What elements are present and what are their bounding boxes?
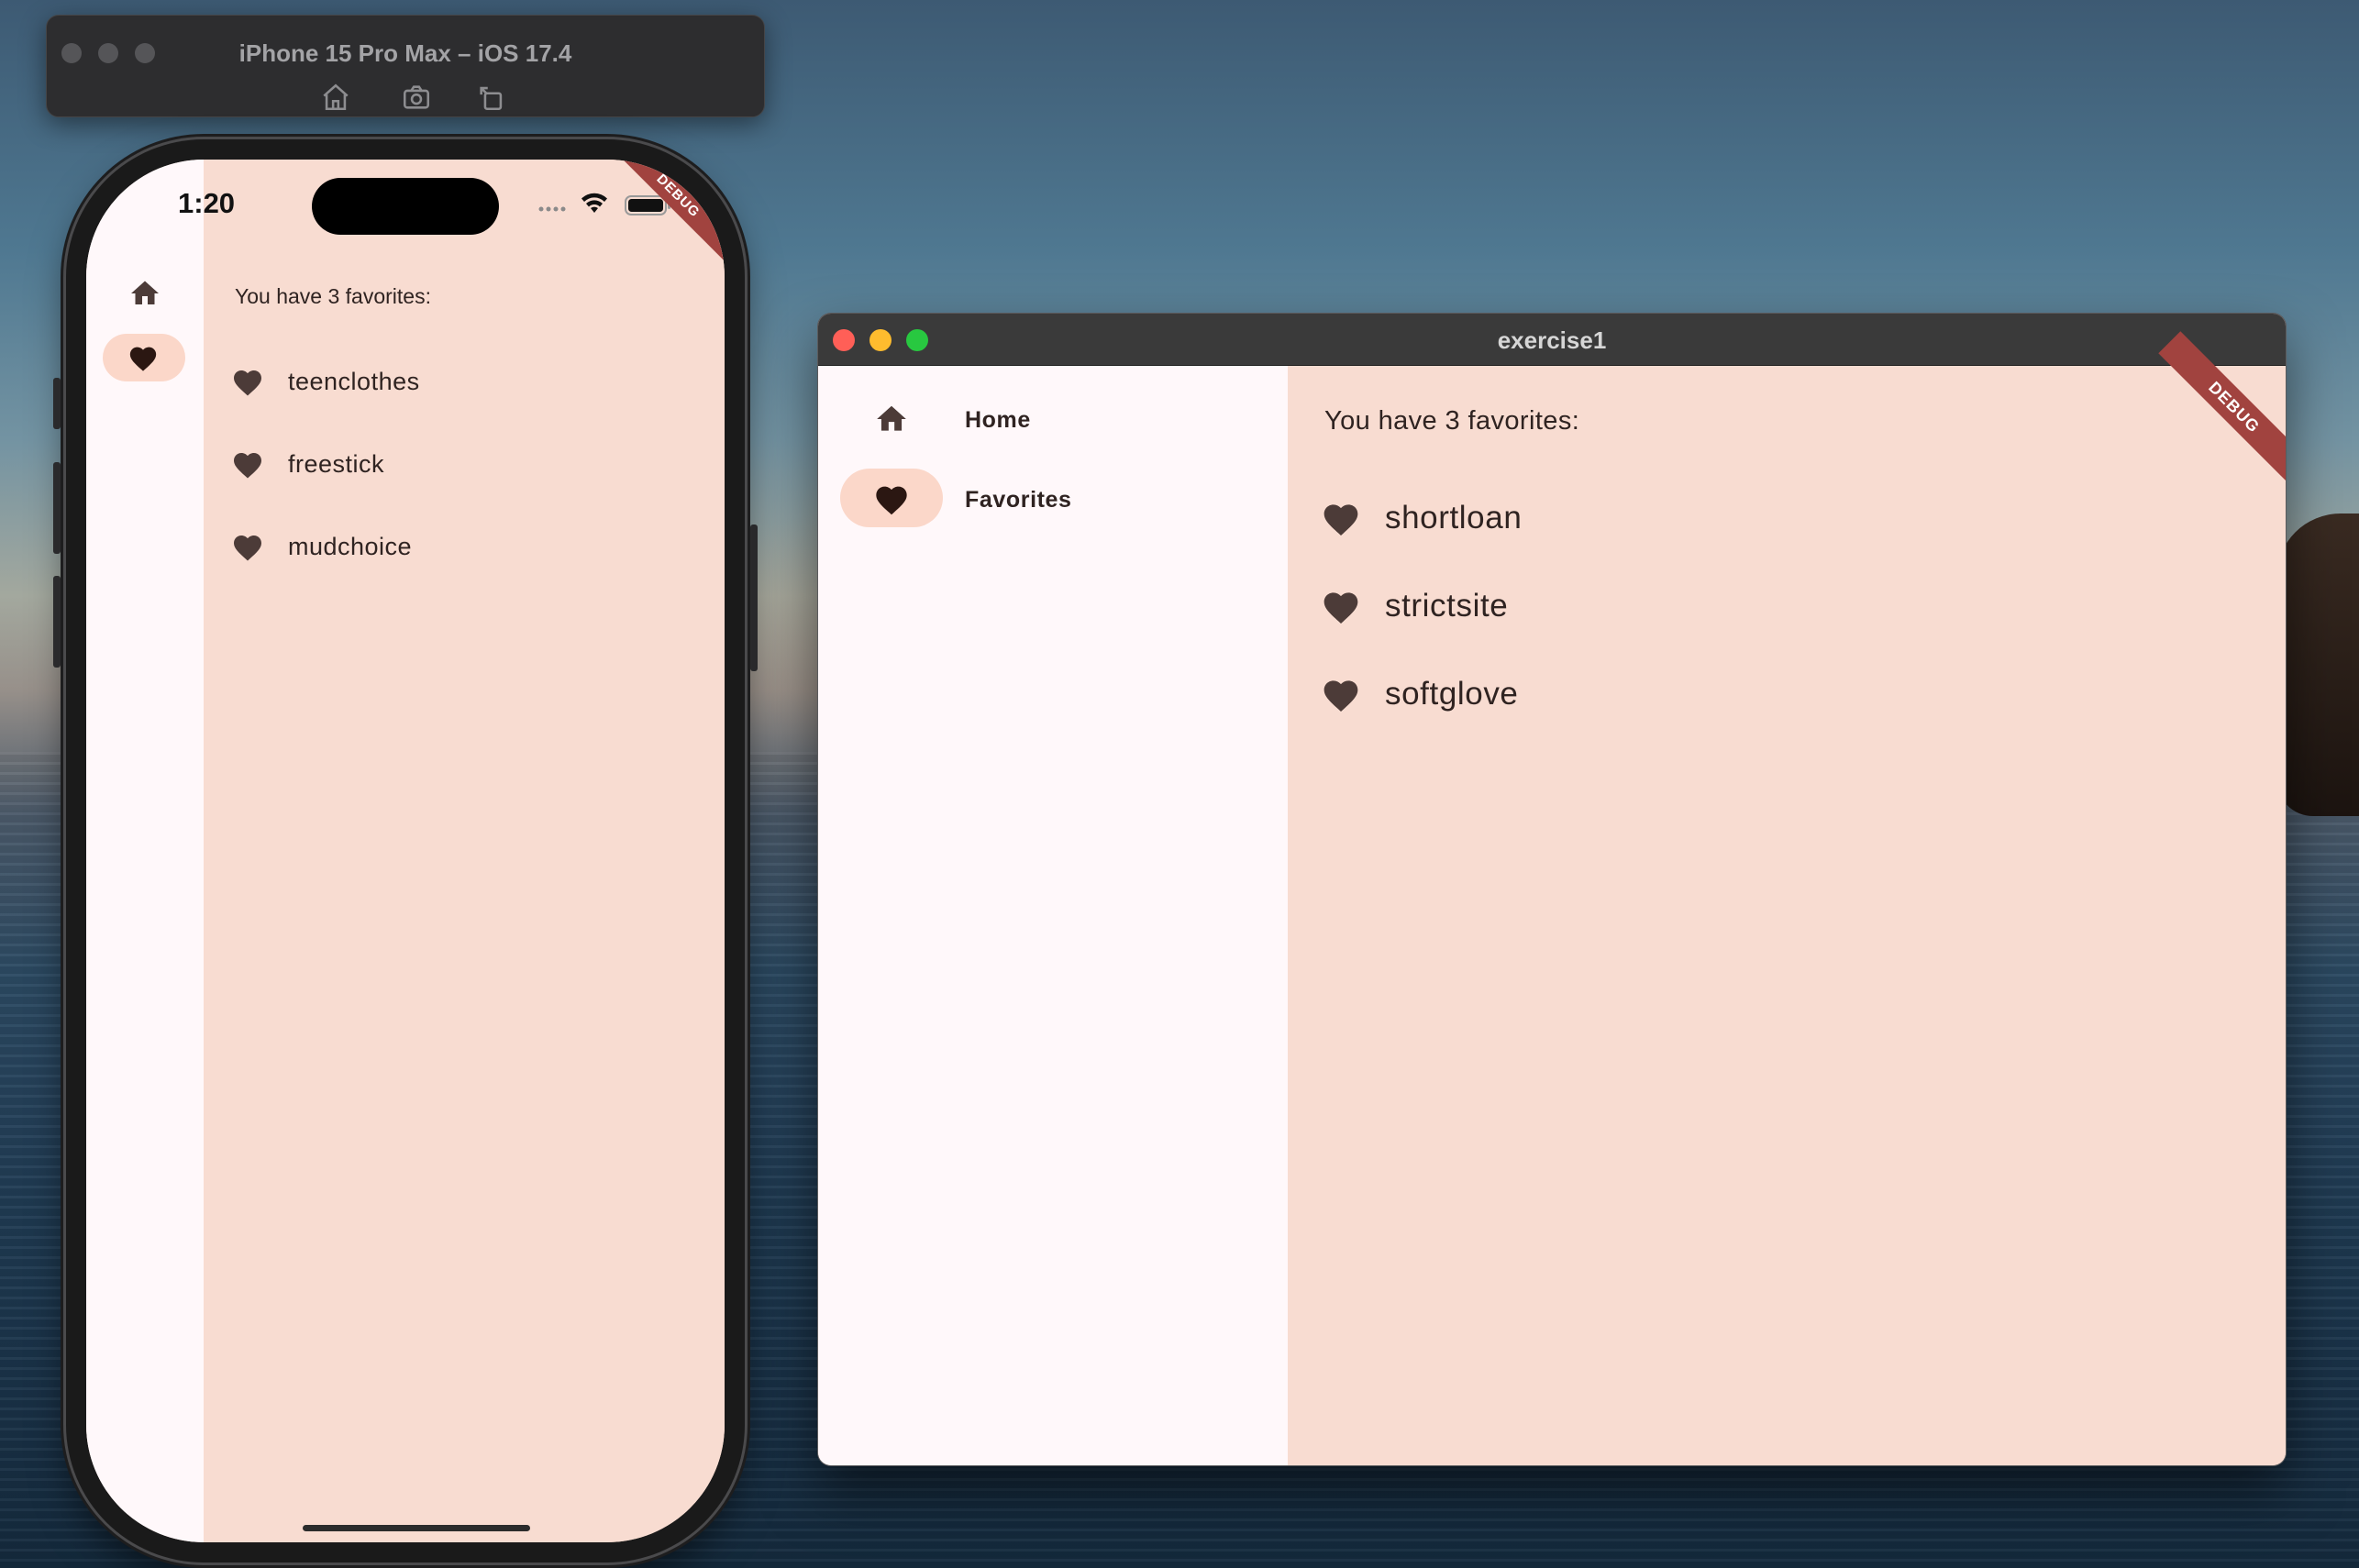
home-indicator[interactable] bbox=[303, 1525, 530, 1531]
action-button bbox=[53, 378, 61, 429]
favorite-name: shortloan bbox=[1385, 500, 1523, 536]
home-icon bbox=[877, 405, 906, 431]
favorite-name: softglove bbox=[1385, 676, 1519, 712]
heart-icon bbox=[1323, 592, 1358, 624]
heart-icon bbox=[234, 370, 261, 396]
favorite-item: mudchoice bbox=[231, 528, 412, 565]
rotate-icon[interactable] bbox=[476, 82, 507, 113]
favorite-name: freestick bbox=[288, 449, 385, 478]
simulator-title: iPhone 15 Pro Max – iOS 17.4 bbox=[238, 39, 572, 67]
favorite-name: mudchoice bbox=[288, 532, 413, 560]
favorite-name: strictsite bbox=[1385, 588, 1509, 624]
wifi-icon bbox=[581, 193, 607, 213]
window-title: exercise1 bbox=[1497, 326, 1607, 354]
nav-favorites-label: Favorites bbox=[965, 487, 1072, 513]
side-button bbox=[750, 525, 758, 671]
favorites-page: You have 3 favorites: teenclothes freest… bbox=[204, 160, 725, 1542]
window-titlebar[interactable]: exercise1 bbox=[818, 314, 2286, 366]
iphone-simulator: You have 3 favorites: teenclothes freest… bbox=[53, 139, 758, 1562]
screenshot-icon[interactable] bbox=[401, 82, 432, 113]
favorites-header: You have 3 favorites: bbox=[235, 284, 431, 308]
favorite-item: strictsite bbox=[1321, 585, 1508, 627]
nav-home-button[interactable] bbox=[128, 277, 161, 310]
favorite-item: softglove bbox=[1321, 673, 1519, 715]
heart-icon bbox=[1323, 680, 1358, 712]
favorites-page: You have 3 favorites: shortloan strictsi… bbox=[1288, 331, 2286, 1465]
heart-icon bbox=[876, 486, 907, 515]
heart-icon bbox=[129, 347, 157, 371]
favorite-item: shortloan bbox=[1321, 497, 1522, 539]
nav-home-button[interactable]: Home bbox=[840, 389, 1271, 447]
favorite-item: teenclothes bbox=[231, 363, 420, 400]
signal-icon bbox=[538, 206, 566, 212]
heart-icon bbox=[234, 453, 261, 479]
heart-icon bbox=[1323, 504, 1358, 536]
home-icon[interactable] bbox=[320, 82, 351, 113]
favorite-item: freestick bbox=[231, 446, 384, 482]
nav-home-label: Home bbox=[965, 407, 1031, 433]
nav-favorites-button[interactable] bbox=[103, 334, 185, 381]
simulator-toolbar: iPhone 15 Pro Max – iOS 17.4 bbox=[46, 15, 765, 117]
status-time: 1:20 bbox=[178, 187, 236, 219]
phone-screen: You have 3 favorites: teenclothes freest… bbox=[86, 160, 725, 1542]
background-rock bbox=[2276, 513, 2359, 816]
dynamic-island bbox=[312, 178, 499, 235]
favorites-header: You have 3 favorites: bbox=[1324, 406, 1580, 436]
favorite-name: teenclothes bbox=[288, 367, 420, 395]
nav-favorites-indicator bbox=[840, 469, 943, 527]
heart-icon bbox=[234, 536, 261, 561]
volume-up-button bbox=[53, 462, 61, 554]
nav-home-indicator bbox=[840, 389, 943, 447]
navigation-rail: Home Favorites bbox=[818, 366, 1288, 1465]
nav-favorites-button[interactable]: Favorites bbox=[840, 469, 1271, 527]
volume-down-button bbox=[53, 576, 61, 668]
home-icon bbox=[131, 281, 159, 304]
mac-app-window: exercise1 Home Favorites You have 3 favo… bbox=[818, 314, 2286, 1465]
